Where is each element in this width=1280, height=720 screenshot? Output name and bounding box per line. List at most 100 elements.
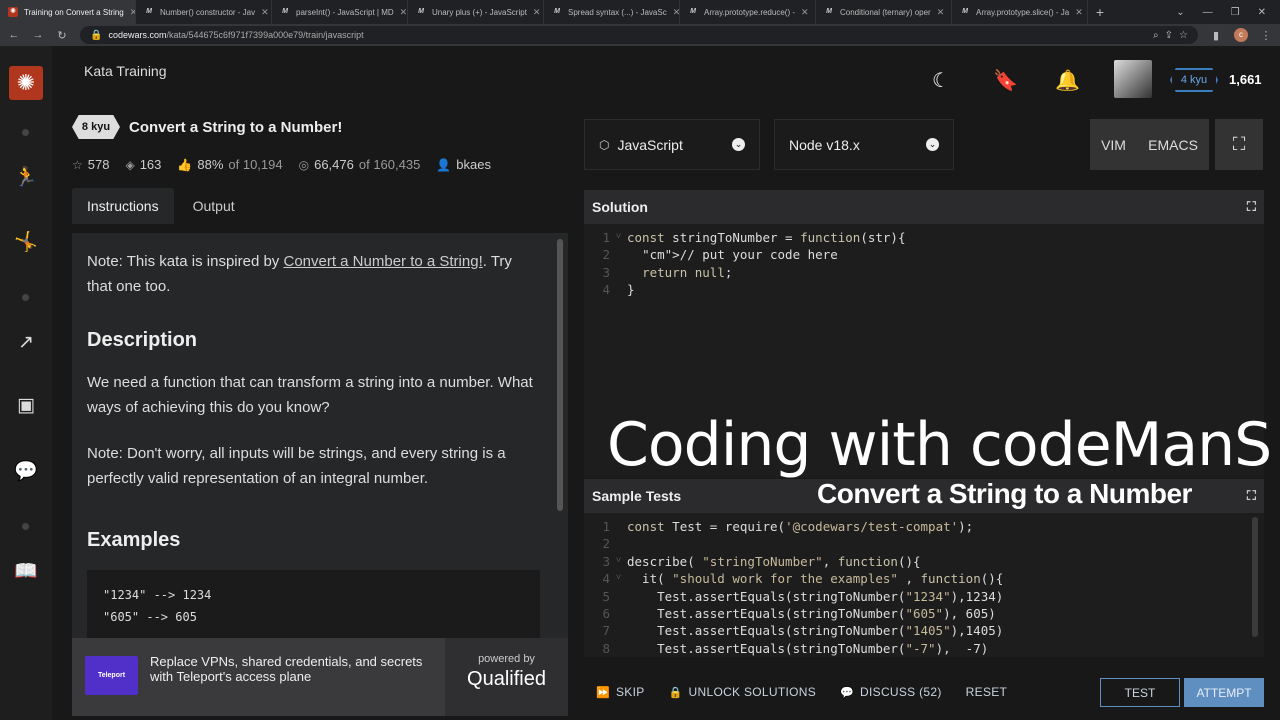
sponsor-banner[interactable]: Teleport Replace VPNs, shared credential… <box>72 638 568 716</box>
practice-fighter-icon[interactable]: 🤸 <box>14 231 38 255</box>
expand-icon[interactable]: ⛶ <box>1247 488 1256 504</box>
unlock-label: UNLOCK SOLUTIONS <box>688 685 817 699</box>
code-text: describe( "stringToNumber", function(){ <box>627 553 921 569</box>
reload-icon[interactable]: ↻ <box>56 29 68 42</box>
test-button[interactable]: TEST <box>1100 678 1180 707</box>
profile-avatar[interactable]: c <box>1234 28 1248 42</box>
close-tab-icon[interactable]: ✕ <box>673 7 679 18</box>
code-line[interactable]: 4 ˅ it( "should work for the examples" , … <box>584 570 1264 587</box>
browser-tab[interactable]: M Spread syntax (...) - JavaSc ✕ <box>544 0 680 24</box>
emacs-mode-button[interactable]: EMACS <box>1148 137 1198 153</box>
minimize-icon[interactable]: — <box>1203 7 1213 18</box>
browser-tab[interactable]: M Array.prototype.slice() - Ja ✕ <box>952 0 1088 24</box>
instructions-scrollbar[interactable] <box>557 239 563 511</box>
code-line[interactable]: 6 Test.assertEquals(stringToNumber("605"… <box>584 605 1264 622</box>
chat-icon[interactable]: 💬 <box>14 460 38 484</box>
fold-toggle[interactable]: ˅ <box>610 229 627 246</box>
menu-dots-icon[interactable]: ⋮ <box>1260 29 1272 42</box>
author-name: bkaes <box>456 157 491 172</box>
browser-tab[interactable]: M Unary plus (+) - JavaScript ✕ <box>408 0 544 24</box>
bookmark-star-icon[interactable]: ☆ <box>1179 30 1188 41</box>
code-line[interactable]: 2 "cm">// put your code here <box>584 246 1264 263</box>
discuss-button[interactable]: 💬 DISCUSS (52) <box>828 685 954 699</box>
fold-toggle[interactable]: ˅ <box>610 570 627 587</box>
fold-toggle[interactable] <box>610 640 627 657</box>
leaderboard-trending-icon[interactable]: ↗ <box>14 331 38 355</box>
unlock-solutions-button[interactable]: 🔒 UNLOCK SOLUTIONS <box>657 685 829 699</box>
skip-button[interactable]: ⏩ SKIP <box>584 685 657 699</box>
inspired-kata-link[interactable]: Convert a Number to a String! <box>283 253 482 270</box>
browser-tab[interactable]: ✺Training on Convert a String✕ <box>0 0 136 24</box>
fold-toggle[interactable] <box>610 281 627 298</box>
fold-toggle[interactable] <box>610 264 627 281</box>
fold-toggle[interactable] <box>610 622 627 639</box>
share-icon[interactable]: ⇪ <box>1165 30 1173 41</box>
language-select[interactable]: ⬡ JavaScript ⌄ <box>584 119 760 170</box>
editor-scrollbar[interactable] <box>1252 517 1258 637</box>
url-field[interactable]: 🔒 codewars.com/kata/544675c6f971f7399a00… <box>80 26 1198 44</box>
close-tab-icon[interactable]: ✕ <box>801 7 809 18</box>
page-title: Kata Training <box>84 63 167 79</box>
close-tab-icon[interactable]: ✕ <box>533 7 541 18</box>
new-tab-button[interactable]: + <box>1088 4 1112 20</box>
layers-icon: ◈ <box>125 157 135 172</box>
code-line[interactable]: 4} <box>584 281 1264 298</box>
code-line[interactable]: 1 const Test = require('@codewars/test-co… <box>584 518 1264 535</box>
fold-toggle[interactable] <box>610 246 627 263</box>
zoom-icon[interactable]: ⌕ <box>1153 30 1159 41</box>
discord-icon[interactable]: ▣ <box>14 394 38 418</box>
reset-button[interactable]: RESET <box>954 685 1020 699</box>
tab-instructions[interactable]: Instructions <box>72 188 174 224</box>
tab-title: Number() constructor - Jav <box>160 7 256 17</box>
fullscreen-button[interactable]: ⛶ <box>1215 119 1263 170</box>
stars-stat[interactable]: ☆ 578 <box>72 157 109 172</box>
code-line[interactable]: 2 <box>584 535 1264 552</box>
collections-stat[interactable]: ◈ 163 <box>125 157 161 172</box>
code-line[interactable]: 8 Test.assertEquals(stringToNumber("-7")… <box>584 640 1264 657</box>
inspired-note: Note: This kata is inspired by Convert a… <box>87 249 540 299</box>
fold-toggle[interactable] <box>610 588 627 605</box>
fold-toggle[interactable] <box>610 605 627 622</box>
comments-icon: 💬 <box>840 686 855 699</box>
browser-tab[interactable]: MparseInt() - JavaScript | MD ✕ <box>272 0 408 24</box>
code-text: const Test = require('@codewars/test-com… <box>627 519 974 534</box>
close-tab-icon[interactable]: ✕ <box>1075 7 1083 18</box>
attempt-button[interactable]: ATTEMPT <box>1184 678 1264 707</box>
close-icon[interactable]: ✕ <box>1258 7 1266 18</box>
author-stat[interactable]: 👤 bkaes <box>436 157 491 172</box>
fold-toggle[interactable]: ˅ <box>610 553 627 570</box>
expand-icon[interactable]: ⛶ <box>1247 199 1256 215</box>
code-line[interactable]: 7 Test.assertEquals(stringToNumber("1405… <box>584 622 1264 639</box>
moon-icon[interactable]: ☾ <box>932 68 950 93</box>
fold-toggle[interactable] <box>610 535 627 552</box>
close-tab-icon[interactable]: ✕ <box>937 7 945 18</box>
code-text: "cm">// put your code here <box>642 247 838 263</box>
sample-tests-editor[interactable]: 1 const Test = require('@codewars/test-co… <box>584 513 1264 657</box>
thumbs-up-icon: 👍 <box>177 157 193 172</box>
fold-toggle[interactable] <box>610 518 627 535</box>
close-tab-icon[interactable]: ✕ <box>400 7 407 18</box>
vim-mode-button[interactable]: VIM <box>1101 137 1126 153</box>
browser-tab[interactable]: M Conditional (ternary) oper ✕ <box>816 0 952 24</box>
code-line[interactable]: 3 ˅ describe( "stringToNumber", function()… <box>584 553 1264 570</box>
runtime-select[interactable]: Node v18.x ⌄ <box>774 119 954 170</box>
training-runner-icon[interactable]: 🏃 <box>14 166 38 190</box>
bookmark-icon[interactable]: 🔖 <box>993 68 1018 93</box>
satisfaction-stat: 👍 88% of 10,194 <box>177 157 282 172</box>
docs-book-icon[interactable]: 📖 <box>14 560 38 584</box>
restore-icon[interactable]: ❐ <box>1231 7 1240 18</box>
user-avatar[interactable] <box>1114 60 1152 98</box>
sidebar-panel-icon[interactable]: ▮ <box>1210 29 1222 42</box>
close-tab-icon[interactable]: ✕ <box>261 7 269 18</box>
code-line[interactable]: 1 ˅ const stringToNumber = function(str){ <box>584 229 1264 246</box>
browser-tab[interactable]: M Number() constructor - Jav ✕ <box>136 0 272 24</box>
tab-output[interactable]: Output <box>178 188 250 224</box>
code-line[interactable]: 5 Test.assertEquals(stringToNumber("1234… <box>584 588 1264 605</box>
back-icon[interactable]: ← <box>8 29 20 41</box>
bell-icon[interactable]: 🔔 <box>1055 68 1080 93</box>
chevron-down-icon[interactable]: ⌄ <box>1176 7 1184 18</box>
code-line[interactable]: 3 return null; <box>584 264 1264 281</box>
forward-icon[interactable]: → <box>32 29 44 41</box>
codewars-logo[interactable]: ✺ <box>9 66 43 100</box>
browser-tab[interactable]: M Array.prototype.reduce() - ✕ <box>680 0 816 24</box>
